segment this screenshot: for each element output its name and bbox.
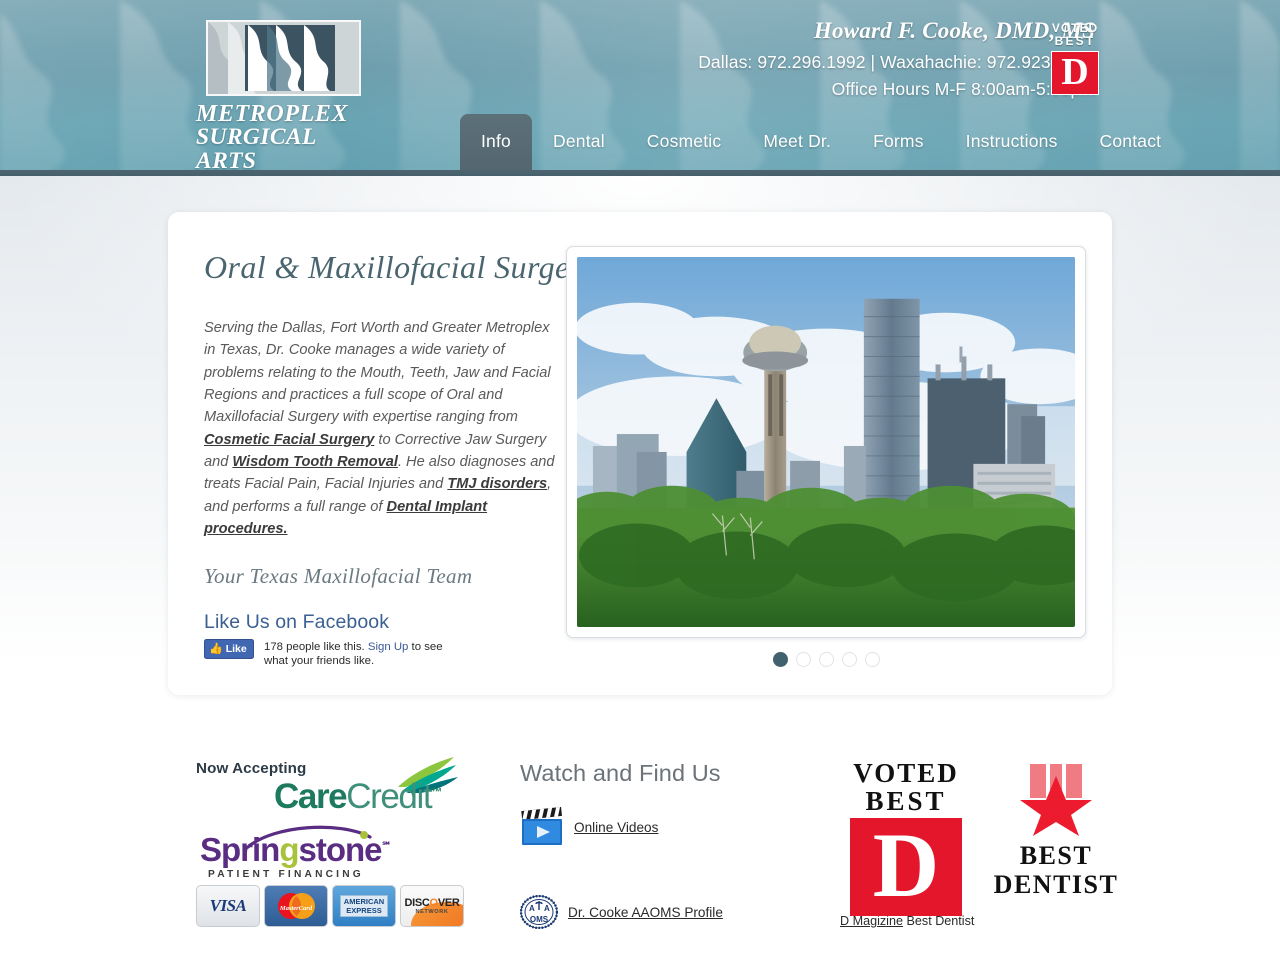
carecredit-logo[interactable]: CareCredit™ (196, 757, 486, 823)
discover-line-1a: DISC (404, 897, 430, 909)
badge-best-label: BEST (1054, 34, 1096, 49)
amex-line-1: AMERICAN (343, 897, 385, 906)
facebook-social-text: 178 people like this. Sign Up to see wha… (264, 639, 449, 668)
discover-line-1b: VER (437, 897, 460, 909)
amex-line-2: EXPRESS (346, 906, 382, 915)
online-videos-row[interactable]: Online Videos (520, 806, 820, 847)
accepted-cards-row: VISA MasterCard AMERICAN EXPRESS DISCOVE… (196, 885, 486, 927)
footer-award-column: VOTED BEST D BEST DENTIST D Magizine Bes… (840, 760, 1130, 929)
badge-d-square: D (1051, 50, 1099, 95)
online-videos-link[interactable]: Online Videos (574, 820, 658, 835)
team-subheading: Your Texas Maxillofacial Team (204, 564, 473, 589)
logo-wordmark: METROPLEX SURGICAL ARTS (196, 102, 376, 174)
award-voted-label: VOTED (853, 758, 959, 788)
facebook-like-label: Like (225, 643, 247, 656)
aaoms-profile-row[interactable]: A A OMS Dr. Cooke AAOMS Profile (519, 894, 820, 930)
best-dentist-line-2: DENTIST (993, 870, 1119, 900)
facebook-like-widget[interactable]: 👍 Like 178 people like this. Sign Up to … (204, 639, 564, 668)
carecredit-part1: Care (274, 777, 348, 816)
badge-voted-label: VOTED (1051, 21, 1099, 35)
best-dentist-line-1: BEST (1019, 841, 1093, 870)
springstone-part1: Sprin (200, 831, 280, 868)
logo-faces-icon (206, 20, 361, 96)
springstone-part3: stone (298, 831, 383, 868)
video-clapperboard-icon (520, 806, 564, 847)
award-best-label: BEST (865, 786, 947, 816)
header-contact-block: Howard F. Cooke, DMD, MS Dallas: 972.296… (698, 18, 1095, 102)
header-bottom-rule (0, 170, 1280, 176)
springstone-logo[interactable]: Springstone℠ PATIENT FINANCING (196, 825, 486, 880)
nav-item-forms[interactable]: Forms (852, 114, 945, 176)
intro-column: Oral & Maxillofacial Surgery Serving the… (204, 249, 598, 668)
svg-text:OMS: OMS (530, 915, 549, 924)
hero-slider[interactable] (566, 246, 1086, 638)
nav-item-cosmetic[interactable]: Cosmetic (626, 114, 743, 176)
header-voted-best-d-badge: VOTED BEST D (1050, 21, 1100, 95)
slider-dot-5[interactable] (864, 652, 880, 667)
link-wisdom-tooth-removal[interactable]: Wisdom Tooth Removal (232, 454, 398, 470)
site-footer: Now Accepting CareCredit™ Springstone℠ P… (0, 742, 1280, 960)
link-tmj-disorders[interactable]: TMJ disorders (447, 476, 547, 492)
svg-text:MasterCard: MasterCard (279, 905, 313, 912)
main-navigation[interactable]: Info Dental Cosmetic Meet Dr. Forms Inst… (460, 114, 1182, 176)
nav-item-instructions[interactable]: Instructions (945, 114, 1079, 176)
nav-item-info[interactable]: Info (460, 114, 532, 176)
discover-sub-label: NETWORK (415, 909, 449, 915)
slider-image-dallas-skyline (577, 257, 1075, 627)
slider-pagination[interactable] (566, 652, 1086, 667)
slider-dot-1[interactable] (772, 652, 788, 667)
visa-label: VISA (209, 896, 247, 915)
nav-item-contact[interactable]: Contact (1079, 114, 1183, 176)
discover-label: DISCOVER (404, 897, 460, 909)
facebook-like-button[interactable]: 👍 Like (204, 639, 254, 660)
logo-line-2: SURGICAL ARTS (196, 124, 316, 175)
slider-dot-2[interactable] (795, 652, 811, 667)
award-d-square: D (850, 813, 962, 917)
footer-watch-column: Watch and Find Us Online Videos A A OMS … (519, 760, 820, 930)
office-hours: Office Hours M-F 8:00am-5:00pm (831, 78, 1095, 99)
svg-text:A: A (544, 904, 550, 913)
site-header: METROPLEX SURGICAL ARTS Howard F. Cooke,… (0, 0, 1280, 176)
springstone-tm: ℠ (381, 841, 392, 852)
intro-text-1: Serving the Dallas, Fort Worth and Great… (204, 320, 551, 426)
carecredit-part2: Credit (346, 777, 432, 816)
link-cosmetic-facial-surgery[interactable]: Cosmetic Facial Surgery (204, 432, 374, 448)
discover-card-icon: DISCOVER NETWORK (400, 885, 464, 927)
carecredit-wordmark: CareCredit™ (274, 779, 442, 814)
doctor-name: Howard F. Cooke, DMD, MS (813, 18, 1095, 43)
facebook-heading: Like Us on Facebook (204, 611, 390, 634)
nav-item-meet-dr[interactable]: Meet Dr. (742, 114, 852, 176)
facebook-like-count: 178 people like this. (264, 641, 365, 654)
award-logos: VOTED BEST D BEST DENTIST (840, 760, 1130, 917)
svg-text:A: A (529, 904, 535, 913)
content-card: Oral & Maxillofacial Surgery Serving the… (168, 212, 1112, 695)
carecredit-tm: ™ (431, 786, 443, 799)
site-logo[interactable]: METROPLEX SURGICAL ARTS (196, 20, 376, 173)
logo-line-1: METROPLEX (196, 101, 349, 127)
aaoms-seal-icon: A A OMS (519, 894, 559, 930)
voted-best-d-logo: VOTED BEST D (846, 758, 966, 917)
springstone-subtitle: PATIENT FINANCING (208, 869, 364, 880)
footer-payments-column: Now Accepting CareCredit™ Springstone℠ P… (196, 757, 486, 927)
slider-dot-3[interactable] (818, 652, 834, 667)
mastercard-card-icon: MasterCard (264, 885, 328, 927)
nav-item-dental[interactable]: Dental (532, 114, 626, 176)
springstone-part2: g (279, 831, 299, 868)
amex-label: AMERICAN EXPRESS (339, 895, 389, 917)
aaoms-profile-link[interactable]: Dr. Cooke AAOMS Profile (568, 905, 723, 920)
intro-paragraph: Serving the Dallas, Fort Worth and Great… (204, 317, 564, 540)
slider-dot-4[interactable] (841, 652, 857, 667)
watch-and-find-us-heading: Watch and Find Us (520, 760, 721, 786)
page-title: Oral & Maxillofacial Surgery (204, 249, 598, 285)
phone-numbers: Dallas: 972.296.1992 | Waxahachie: 972.9… (698, 52, 1095, 72)
thumbs-up-icon: 👍 (209, 642, 223, 655)
visa-card-icon: VISA (196, 885, 260, 927)
amex-card-icon: AMERICAN EXPRESS (332, 885, 396, 927)
springstone-wordmark: Springstone℠ (200, 833, 392, 866)
best-dentist-logo: BEST DENTIST (986, 760, 1126, 899)
badge-d-letter: D (1061, 50, 1089, 93)
award-d-letter: D (872, 813, 940, 916)
facebook-signup-link[interactable]: Sign Up (368, 641, 409, 653)
best-dentist-star-icon (986, 760, 1126, 841)
